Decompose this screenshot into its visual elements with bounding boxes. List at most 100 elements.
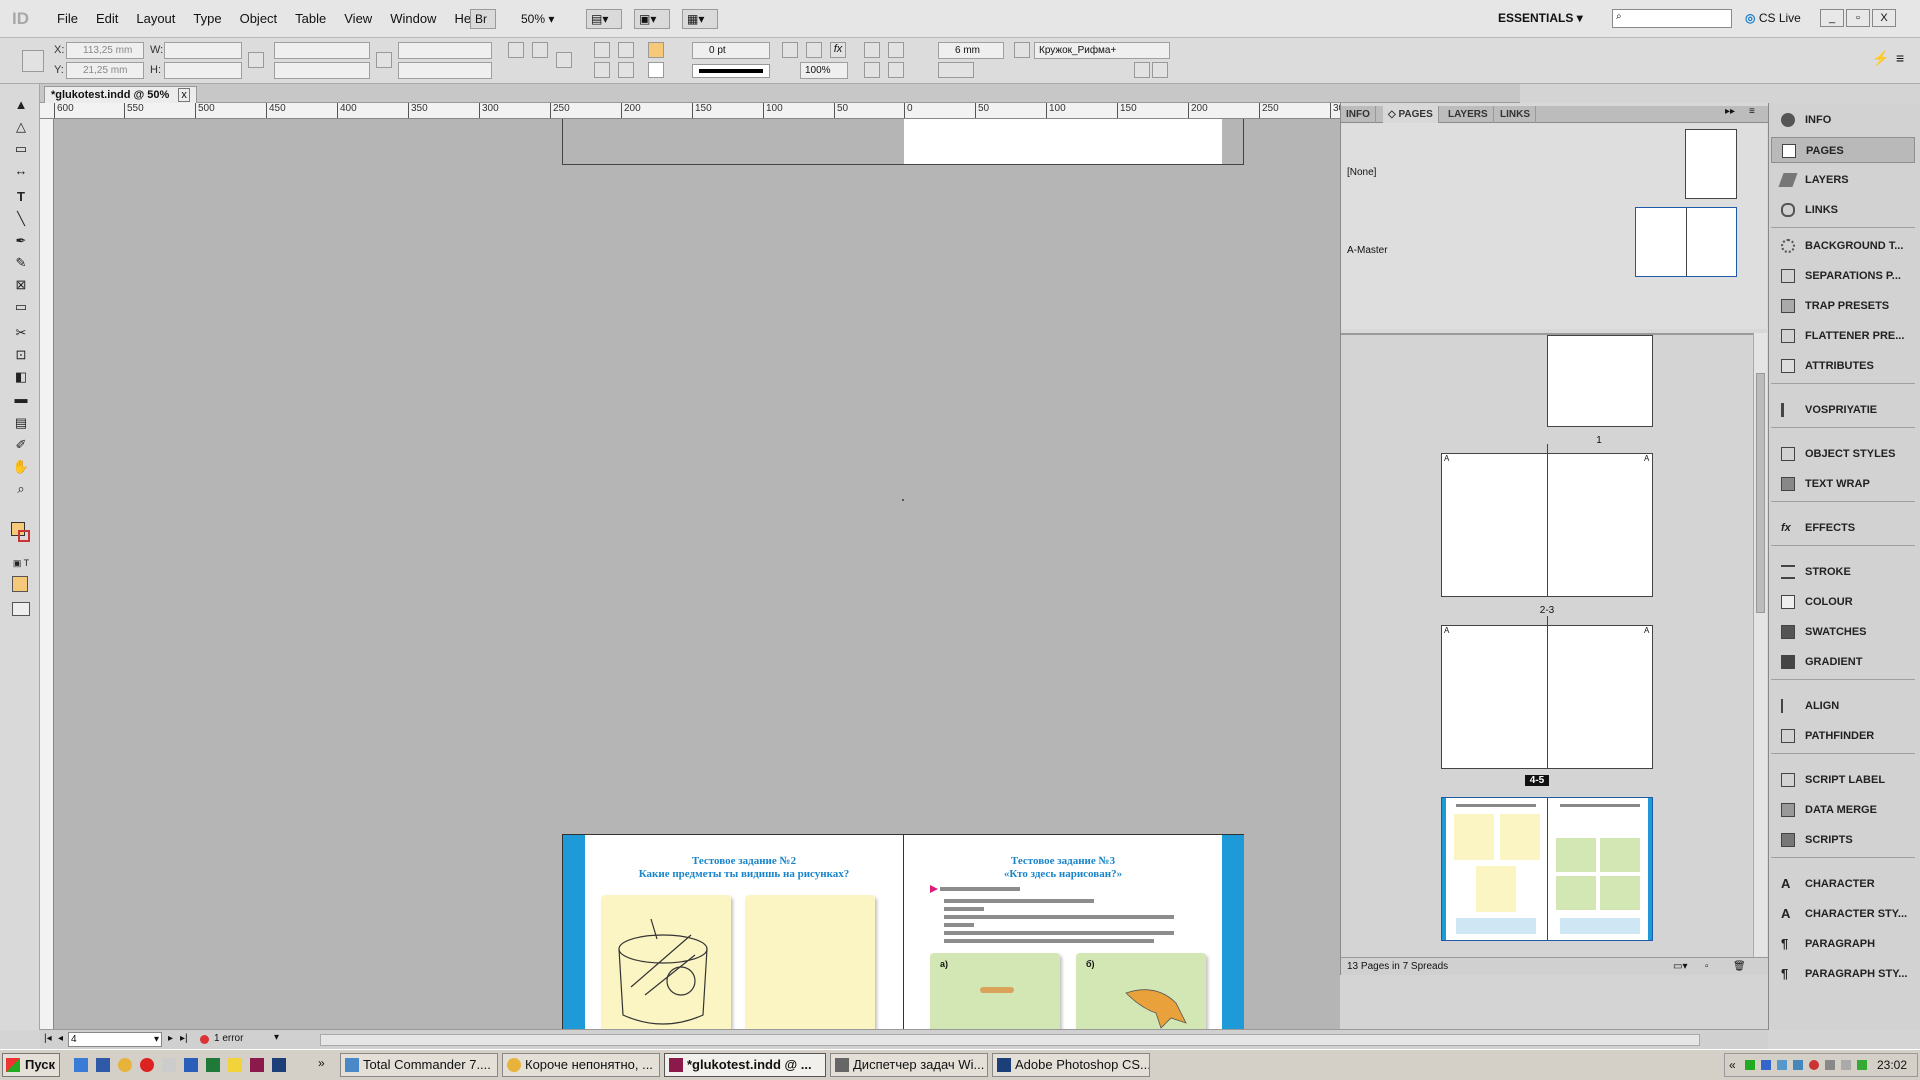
text-wrap-none-icon[interactable] — [864, 42, 880, 58]
selection-tool-icon[interactable]: ▲ — [11, 96, 31, 114]
task-chrome[interactable]: Короче непонятно, ... — [502, 1053, 660, 1077]
task-photoshop[interactable]: Adobe Photoshop CS... — [992, 1053, 1150, 1077]
fx-icon[interactable]: fx — [830, 42, 846, 58]
page-number-field[interactable]: 4 ▾ — [68, 1032, 162, 1047]
opacity-field[interactable]: 100% — [800, 62, 848, 79]
page-thumb-1[interactable] — [1547, 335, 1653, 427]
hand-tool-icon[interactable]: ✋ — [11, 458, 31, 476]
lightning-icon[interactable]: ⚡ — [1872, 50, 1889, 67]
dock-text-wrap[interactable]: TEXT WRAP — [1771, 471, 1915, 497]
dock-colour[interactable]: COLOUR — [1771, 589, 1915, 615]
flip-vertical-icon[interactable] — [618, 42, 634, 58]
picture-card[interactable] — [601, 895, 731, 1029]
spread-thumb-4-5[interactable]: A A — [1441, 616, 1653, 769]
page-spread[interactable]: Тестовое задание №2 Какие предметы ты ви… — [562, 834, 1244, 1029]
menu-layout[interactable]: Layout — [127, 11, 184, 26]
free-transform-tool-icon[interactable]: ⊡ — [11, 346, 31, 364]
scrollbar-thumb[interactable] — [1756, 373, 1765, 613]
vertical-ruler[interactable] — [40, 119, 54, 1029]
dock-character[interactable]: A CHARACTER — [1771, 871, 1915, 897]
dock-align[interactable]: ALIGN — [1771, 693, 1915, 719]
stroke-swatch-icon[interactable] — [648, 62, 664, 78]
task-indesign[interactable]: *glukotest.indd @ ... — [664, 1053, 826, 1077]
more-quicklaunch-icon[interactable]: » — [318, 1056, 325, 1070]
scissors-tool-icon[interactable]: ✂ — [11, 324, 31, 342]
dock-separations-preview[interactable]: SEPARATIONS P... — [1771, 263, 1915, 289]
dock-script-label[interactable]: SCRIPT LABEL — [1771, 767, 1915, 793]
quicklaunch-ie-icon[interactable] — [74, 1058, 88, 1072]
tab-links[interactable]: LINKS — [1495, 106, 1536, 123]
start-button[interactable]: Пуск — [2, 1053, 60, 1077]
pages-list[interactable]: 1 A A 2-3 A A 4-5 — [1341, 333, 1753, 957]
a-master-thumb[interactable] — [1635, 207, 1737, 277]
screen-mode-button[interactable]: ▣▾ — [634, 9, 670, 29]
link-scale-icon[interactable] — [376, 52, 392, 68]
menu-object[interactable]: Object — [231, 11, 287, 26]
new-page-icon[interactable]: ▫ — [1705, 958, 1709, 975]
right-page[interactable]: Тестовое задание №3 «Кто здесь нарисован… — [903, 835, 1244, 1029]
dock-data-merge[interactable]: DATA MERGE — [1771, 797, 1915, 823]
zoom-tool-icon[interactable]: ⌕ — [11, 480, 31, 498]
dock-background-tasks[interactable]: BACKGROUND T... — [1771, 233, 1915, 259]
page-tool-icon[interactable]: ▭ — [11, 140, 31, 158]
apply-color-icon[interactable] — [12, 576, 28, 592]
picture-card-empty[interactable] — [745, 895, 875, 1029]
menu-edit[interactable]: Edit — [87, 11, 127, 26]
reference-point-icon[interactable] — [22, 50, 44, 72]
normal-view-mode-icon[interactable] — [12, 602, 30, 616]
animal-card-b[interactable]: б) — [1076, 953, 1206, 1029]
stroke-weight-field[interactable]: 0 pt — [692, 42, 770, 59]
type-tool-icon[interactable]: T — [11, 188, 31, 206]
tab-info[interactable]: INFO — [1341, 106, 1376, 123]
dock-flattener-preview[interactable]: FLATTENER PRE... — [1771, 323, 1915, 349]
workspace-switcher[interactable]: ESSENTIALS ▾ — [1498, 11, 1583, 25]
view-options-button[interactable]: ▤▾ — [586, 9, 622, 29]
w-field[interactable] — [164, 42, 242, 59]
tray-icon[interactable] — [1777, 1060, 1787, 1070]
pencil-tool-icon[interactable]: ✎ — [11, 254, 31, 272]
spread-above[interactable] — [562, 119, 1244, 165]
tray-icon[interactable] — [1793, 1060, 1803, 1070]
menu-table[interactable]: Table — [286, 11, 335, 26]
select-container-icon[interactable] — [594, 62, 610, 78]
quicklaunch-save-icon[interactable] — [96, 1058, 110, 1072]
redefine-style-icon[interactable] — [1152, 62, 1168, 78]
dock-effects[interactable]: fx EFFECTS — [1771, 515, 1915, 541]
text-wrap-shape-icon[interactable] — [864, 62, 880, 78]
quicklaunch-opera-icon[interactable] — [140, 1058, 154, 1072]
quicklaunch-photoshop-icon[interactable] — [272, 1058, 286, 1072]
menu-file[interactable]: File — [48, 11, 87, 26]
delete-page-icon[interactable]: 🗑 — [1733, 958, 1746, 975]
page-above-right[interactable] — [904, 119, 1222, 164]
rectangle-tool-icon[interactable]: ▭ — [11, 298, 31, 316]
stroke-type-select[interactable] — [692, 64, 770, 78]
effects-icon[interactable] — [806, 42, 822, 58]
animal-card-a[interactable]: а) — [930, 953, 1060, 1029]
panel-menu-icon[interactable]: ≡ — [1896, 50, 1904, 66]
flip-horizontal-icon[interactable] — [594, 42, 610, 58]
menu-view[interactable]: View — [335, 11, 381, 26]
line-tool-icon[interactable]: ╲ — [11, 210, 31, 228]
tray-icon[interactable] — [1745, 1060, 1755, 1070]
tab-layers[interactable]: LAYERS — [1443, 106, 1494, 123]
quicklaunch-indesign-icon[interactable] — [250, 1058, 264, 1072]
edit-page-size-icon[interactable]: ▭▾ — [1673, 958, 1687, 975]
gradient-swatch-tool-icon[interactable]: ◧ — [11, 368, 31, 386]
path-type-icon[interactable] — [556, 52, 572, 68]
dock-pathfinder[interactable]: PATHFINDER — [1771, 723, 1915, 749]
dock-character-styles[interactable]: A CHARACTER STY... — [1771, 901, 1915, 927]
left-page[interactable]: Тестовое задание №2 Какие предметы ты ви… — [563, 835, 903, 1029]
constrain-proportions-icon[interactable] — [248, 52, 264, 68]
collapse-panel-icon[interactable]: ▸▸ — [1725, 106, 1735, 117]
quicklaunch-excel-icon[interactable] — [206, 1058, 220, 1072]
gap-tool-icon[interactable]: ↔ — [11, 162, 31, 180]
quicklaunch-app-icon[interactable] — [162, 1058, 176, 1072]
x-field[interactable]: 113,25 mm — [66, 42, 144, 59]
next-page-icon[interactable]: ▸ — [168, 1033, 173, 1044]
rotate-cw-icon[interactable] — [508, 42, 524, 58]
rectangle-frame-tool-icon[interactable]: ⊠ — [11, 276, 31, 294]
dock-scripts[interactable]: SCRIPTS — [1771, 827, 1915, 853]
arrange-documents-button[interactable]: ▦▾ — [682, 9, 718, 29]
first-page-icon[interactable]: |◂ — [44, 1033, 52, 1044]
rotation-field[interactable] — [398, 42, 492, 59]
